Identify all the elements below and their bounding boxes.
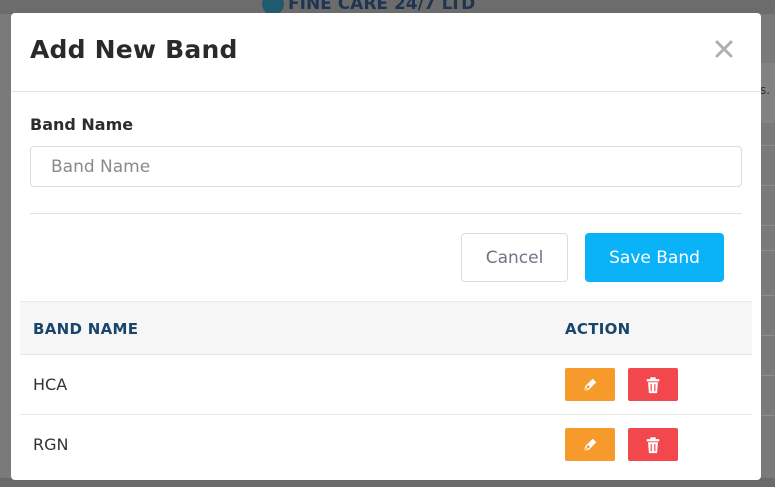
add-band-modal: Add New Band Band Name Cancel Save Band … (11, 13, 761, 480)
band-name-cell: HCA (33, 375, 68, 394)
delete-button[interactable] (628, 368, 678, 401)
trash-icon (646, 436, 660, 453)
band-name-input[interactable] (30, 146, 742, 187)
edit-button[interactable] (565, 428, 615, 461)
table-row: RGN (20, 414, 752, 474)
column-header-action: ACTION (565, 320, 631, 338)
pen-icon (583, 438, 597, 452)
modal-title: Add New Band (30, 35, 238, 64)
trash-icon (646, 376, 660, 393)
background-brand: FINE CARE 24/7 LTD (262, 0, 476, 15)
brand-text: FINE CARE 24/7 LTD (288, 0, 476, 14)
background-edge-text: s. I (760, 83, 775, 97)
save-band-button[interactable]: Save Band (585, 233, 724, 282)
band-name-cell: RGN (33, 435, 69, 454)
form-divider (30, 213, 742, 214)
band-name-label: Band Name (30, 115, 134, 134)
cancel-button[interactable]: Cancel (461, 233, 568, 282)
close-button[interactable] (711, 36, 737, 62)
delete-button[interactable] (628, 428, 678, 461)
bands-table: BAND NAME ACTION HCA RGN (20, 301, 752, 474)
table-row: HCA (20, 354, 752, 414)
table-header: BAND NAME ACTION (20, 301, 752, 354)
modal-header: Add New Band (11, 13, 761, 92)
edit-button[interactable] (565, 368, 615, 401)
pen-icon (583, 378, 597, 392)
column-header-band-name: BAND NAME (33, 320, 139, 338)
close-icon (715, 40, 733, 58)
